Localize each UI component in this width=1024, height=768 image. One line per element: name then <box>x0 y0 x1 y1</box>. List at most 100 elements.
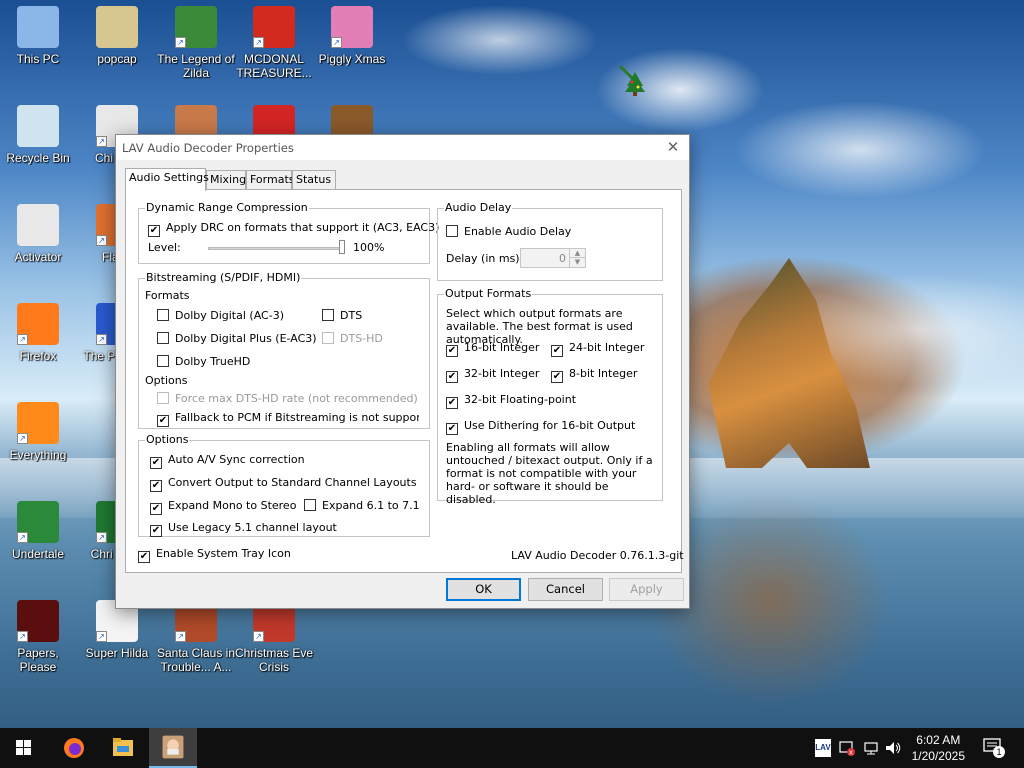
dolby-digital-plus-checkbox[interactable] <box>157 332 169 344</box>
desktop-icon-label: The Legend of Zilda <box>157 52 235 80</box>
dolby-truehd-checkbox[interactable] <box>157 355 169 367</box>
desktop-icon[interactable]: ↗ Firefox <box>0 303 78 363</box>
legacy-51-checkbox[interactable]: ✔ <box>150 525 162 537</box>
dolby-digital-label: Dolby Digital (AC-3) <box>175 309 284 322</box>
options-group-title: Options <box>145 433 190 446</box>
action-center-button[interactable]: 1 <box>983 738 1005 758</box>
dolby-truehd-row[interactable]: Dolby TrueHD <box>157 355 250 368</box>
tray-icon-label: Enable System Tray Icon <box>156 547 291 560</box>
int24-checkbox[interactable]: ✔ <box>551 345 563 357</box>
float32-label: 32-bit Floating-point <box>464 393 577 406</box>
desktop-icon-image <box>17 204 59 246</box>
auto-sync-row[interactable]: ✔ Auto A/V Sync correction <box>150 453 305 469</box>
desktop-icon[interactable]: ↗ MCDONAL TREASURE... <box>234 6 314 80</box>
tray-icon-checkbox[interactable]: ✔ <box>138 551 150 563</box>
volume-icon[interactable] <box>884 739 902 757</box>
expand-mono-row[interactable]: ✔ Expand Mono to Stereo <box>150 499 296 515</box>
int16-row[interactable]: ✔ 16-bit Integer <box>446 341 539 357</box>
delay-up-icon[interactable]: ▲ <box>569 249 585 258</box>
windows-start-icon[interactable] <box>0 728 48 768</box>
lav-tray-icon[interactable]: LAV <box>815 739 831 757</box>
convert-output-checkbox[interactable]: ✔ <box>150 480 162 492</box>
int32-label: 32-bit Integer <box>464 367 540 380</box>
int8-label: 8-bit Integer <box>569 367 638 380</box>
clock[interactable]: 6:02 AM 1/20/2025 <box>912 732 965 764</box>
expand-mono-checkbox[interactable]: ✔ <box>150 503 162 515</box>
apply-drc-row[interactable]: ✔ Apply DRC on formats that support it (A… <box>148 221 439 237</box>
close-icon[interactable]: ✕ <box>663 138 683 156</box>
desktop-icon[interactable]: ↗ Super Hilda <box>77 600 157 660</box>
dithering-row[interactable]: ✔ Use Dithering for 16-bit Output <box>446 419 635 435</box>
firefox-taskbar-icon[interactable] <box>50 728 98 768</box>
audio-delay-group: Audio Delay Enable Audio Delay Delay (in… <box>437 201 663 281</box>
dolby-digital-plus-row[interactable]: Dolby Digital Plus (E-AC3) <box>157 332 317 345</box>
desktop-icon[interactable]: ↗ The Legend of Zilda <box>156 6 236 80</box>
dolby-digital-checkbox[interactable] <box>157 309 169 321</box>
desktop-icon-image: ↗ <box>175 6 217 48</box>
force-dtshd-label: Force max DTS-HD rate (not recommended) <box>175 392 418 405</box>
apply-drc-checkbox[interactable]: ✔ <box>148 225 160 237</box>
int32-row[interactable]: ✔ 32-bit Integer <box>446 367 539 383</box>
santa-game-taskbar-icon <box>162 735 184 759</box>
desktop-icon[interactable]: ↗ Piggly Xmas <box>312 6 392 66</box>
dithering-checkbox[interactable]: ✔ <box>446 423 458 435</box>
desktop-icon[interactable]: ↗ Everything <box>0 402 78 462</box>
tray-icon-row[interactable]: ✔ Enable System Tray Icon <box>138 547 291 563</box>
int24-label: 24-bit Integer <box>569 341 645 354</box>
force-dtshd-row: Force max DTS-HD rate (not recommended) <box>157 392 418 405</box>
int24-row[interactable]: ✔ 24-bit Integer <box>551 341 644 357</box>
desktop-icon-label: Firefox <box>19 349 57 363</box>
tab-audio-settings[interactable]: Audio Settings <box>125 168 209 191</box>
desktop-icon-image <box>96 6 138 48</box>
delay-down-icon[interactable]: ▼ <box>569 258 585 267</box>
convert-output-label: Convert Output to Standard Channel Layou… <box>168 476 417 489</box>
desktop-icon[interactable]: ↗ Papers, Please <box>0 600 78 674</box>
convert-output-row[interactable]: ✔ Convert Output to Standard Channel Layo… <box>150 476 417 492</box>
auto-sync-checkbox[interactable]: ✔ <box>150 457 162 469</box>
int8-checkbox[interactable]: ✔ <box>551 371 563 383</box>
ok-button[interactable]: OK <box>446 578 521 601</box>
lav-properties-taskbar-button[interactable] <box>149 728 197 768</box>
desktop-icon[interactable]: ↗ Santa Claus in Trouble... A... <box>156 600 236 674</box>
dts-checkbox[interactable] <box>322 309 334 321</box>
desktop-icon[interactable]: popcap <box>77 6 157 66</box>
shortcut-arrow-icon: ↗ <box>96 631 107 642</box>
desktop-icon[interactable]: ↗ Undertale <box>0 501 78 561</box>
enable-delay-row[interactable]: Enable Audio Delay <box>446 225 571 238</box>
desktop-icon-image: ↗ <box>331 6 373 48</box>
desktop-icon[interactable]: This PC <box>0 6 78 66</box>
shortcut-arrow-icon: ↗ <box>96 334 107 345</box>
expand-61-checkbox[interactable] <box>304 499 316 511</box>
expand-mono-label: Expand Mono to Stereo <box>168 499 297 512</box>
tab-status[interactable]: Status <box>292 170 336 190</box>
shortcut-arrow-icon: ↗ <box>253 37 264 48</box>
float32-checkbox[interactable]: ✔ <box>446 397 458 409</box>
desktop-icon[interactable]: Activator <box>0 204 78 264</box>
expand-61-row[interactable]: Expand 6.1 to 7.1 <box>304 499 420 512</box>
dts-row[interactable]: DTS <box>322 309 362 322</box>
dithering-label: Use Dithering for 16-bit Output <box>464 419 636 432</box>
network-icon[interactable] <box>862 739 880 757</box>
legacy-51-row[interactable]: ✔ Use Legacy 5.1 channel layout <box>150 521 337 537</box>
desktop-icon-image: ↗ <box>17 303 59 345</box>
delay-spinbox[interactable]: 0 ▲ ▼ <box>520 248 586 268</box>
file-explorer-icon[interactable] <box>99 728 147 768</box>
dolby-digital-row[interactable]: Dolby Digital (AC-3) <box>157 309 284 322</box>
int32-checkbox[interactable]: ✔ <box>446 371 458 383</box>
fallback-pcm-checkbox[interactable]: ✔ <box>157 415 169 427</box>
fallback-pcm-row[interactable]: ✔ Fallback to PCM if Bitstreaming is not … <box>157 411 419 427</box>
desktop-icon[interactable]: Recycle Bin <box>0 105 78 165</box>
float32-row[interactable]: ✔ 32-bit Floating-point <box>446 393 576 409</box>
tab-mixing[interactable]: Mixing <box>206 170 246 190</box>
desktop-icon-label: Super Hilda <box>85 646 149 660</box>
tray-warning-icon[interactable]: x <box>838 739 856 757</box>
desktop-icon[interactable]: ↗ Christmas Eve Crisis <box>234 600 314 674</box>
cancel-button[interactable]: Cancel <box>528 578 603 601</box>
enable-delay-checkbox[interactable] <box>446 225 458 237</box>
drc-level-slider[interactable] <box>208 247 345 250</box>
int16-checkbox[interactable]: ✔ <box>446 345 458 357</box>
drc-level-slider-thumb[interactable] <box>339 240 345 254</box>
tab-formats[interactable]: Formats <box>246 170 295 190</box>
int8-row[interactable]: ✔ 8-bit Integer <box>551 367 637 383</box>
title-bar[interactable]: LAV Audio Decoder Properties ✕ <box>116 135 689 160</box>
